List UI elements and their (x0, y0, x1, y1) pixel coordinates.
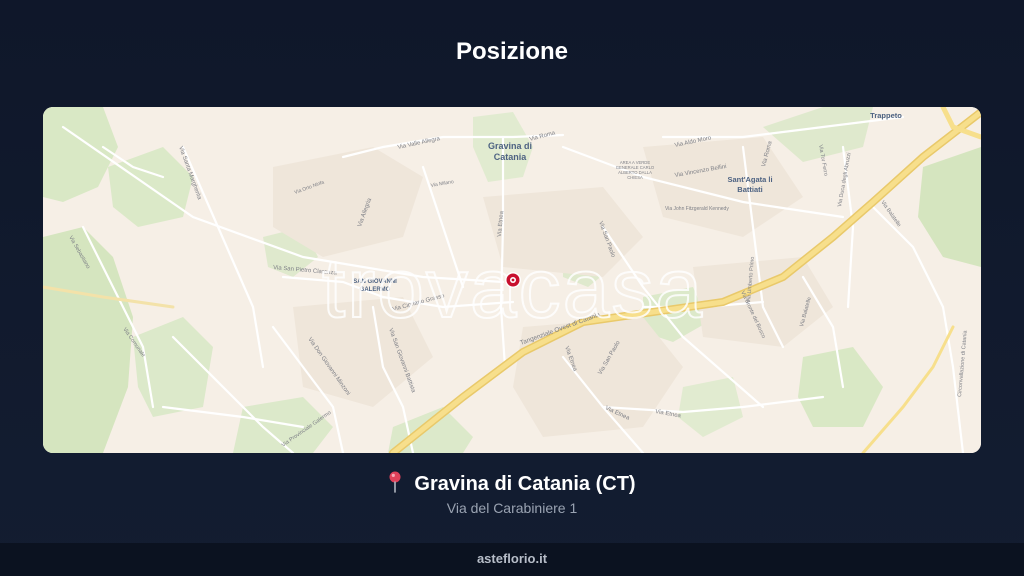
location-address: Via del Carabiniere 1 (446, 500, 578, 516)
page-title: Posizione (455, 38, 569, 65)
town-label-trappeto: Trappeto (870, 111, 902, 120)
location-name: Gravina di Catania (CT) (414, 473, 636, 495)
map-canvas[interactable]: Gravina di Catania SAN GIOVANNI GALERMO … (43, 107, 981, 453)
town-label-gravina: Gravina di (488, 141, 532, 151)
town-label-sant-agata: Sant'Agata li (727, 175, 772, 184)
town-label-gravina-2: Catania (494, 152, 528, 162)
page: Posizione Gravina di Catania SAN GIOVANN… (0, 0, 1024, 576)
footer-site-link[interactable]: asteflorio.it (477, 551, 547, 566)
map-view[interactable]: Gravina di Catania SAN GIOVANNI GALERMO … (43, 107, 981, 453)
pushpin-icon (389, 471, 401, 493)
town-label-sant-agata-2: Battiati (737, 185, 762, 194)
street-label: Via John Fitzgerald Kennedy (665, 206, 729, 212)
park-label-4: CHIESA (627, 175, 643, 180)
location-marker-icon[interactable] (505, 272, 521, 288)
location-title: Gravina di Catania (CT) (0, 471, 1024, 496)
footer: asteflorio.it (0, 543, 1024, 576)
